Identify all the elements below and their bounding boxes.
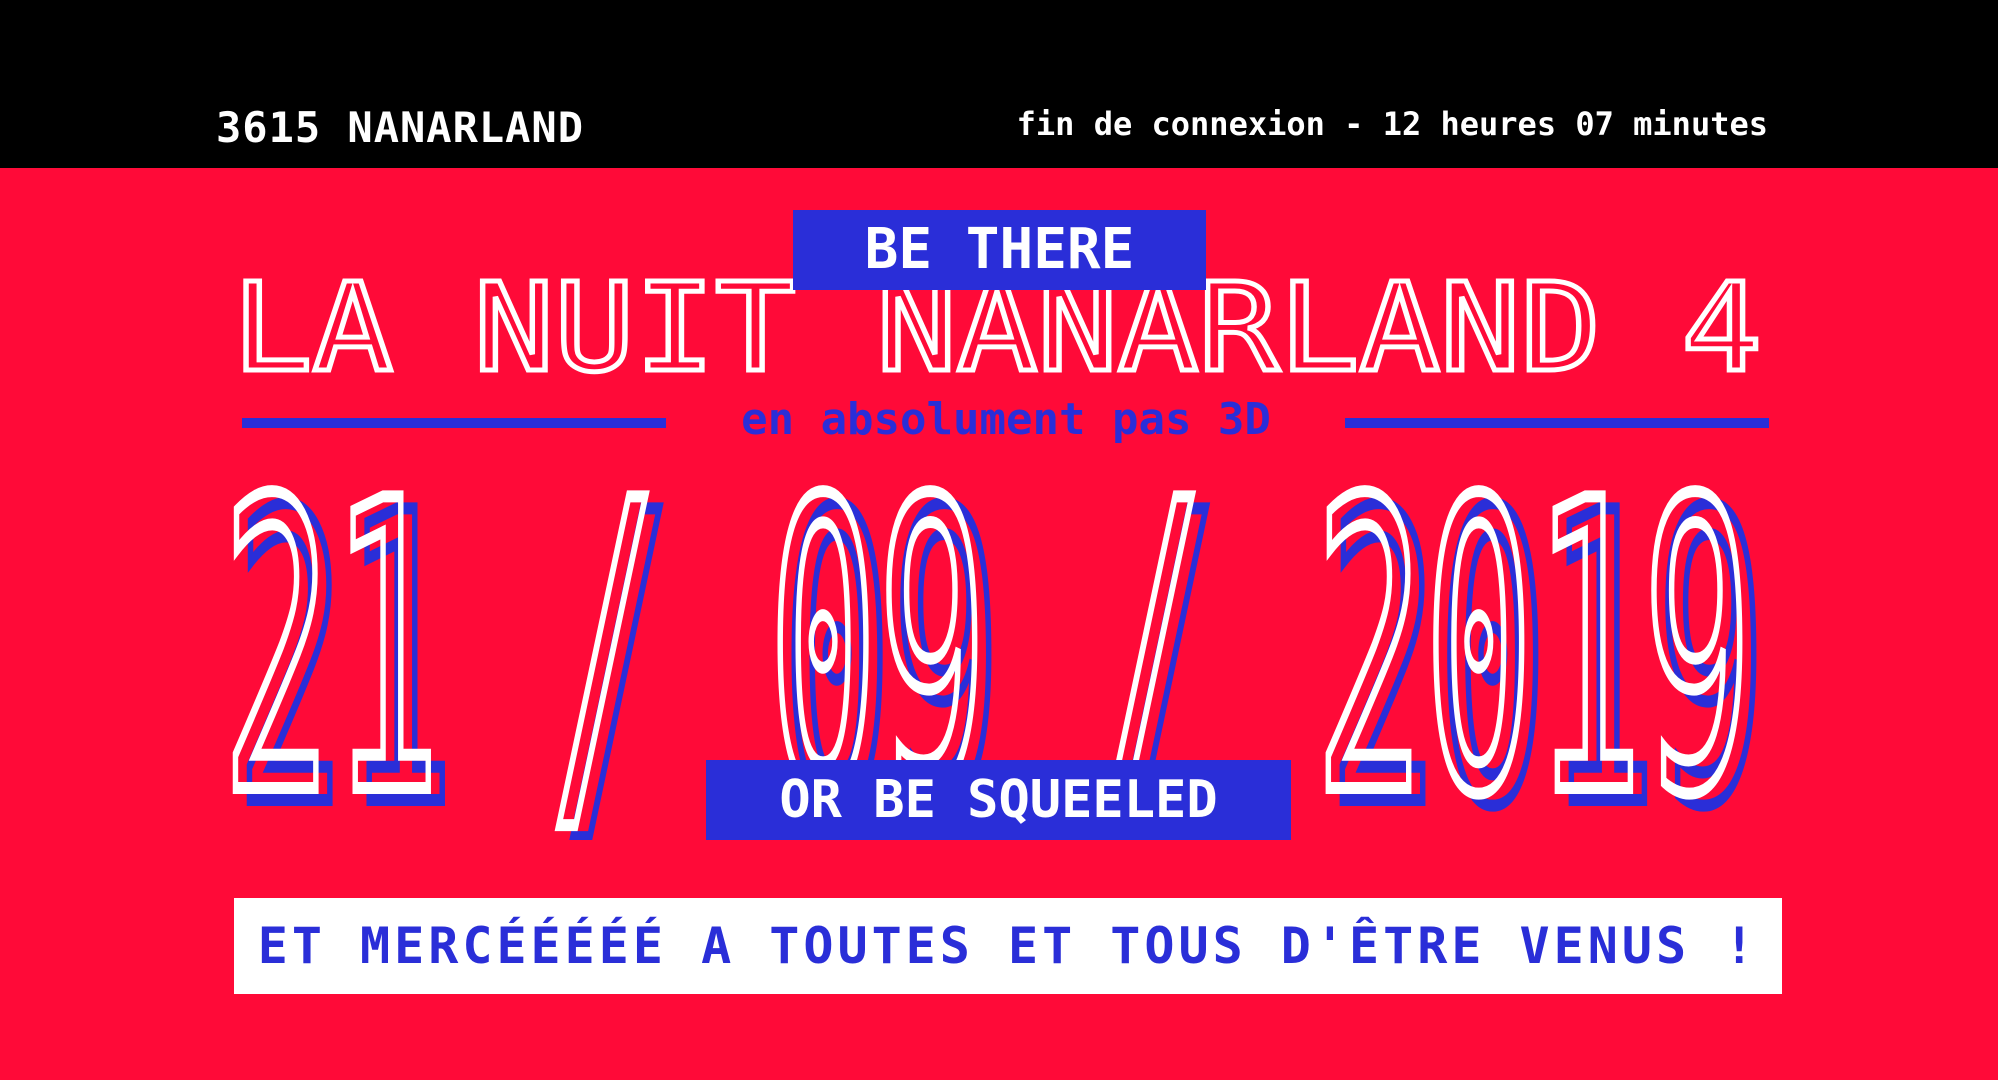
subtitle-rule-right [1345,418,1769,428]
tagline-top-badge: BE THERE [793,210,1206,290]
thanks-text: ET MERCÉÉÉÉÉ A TOUTES ET TOUS D'ÊTRE VEN… [257,917,1759,975]
top-bar: 3615 NANARLAND fin de connexion - 12 heu… [0,0,1998,168]
subtitle-rule-left [242,418,666,428]
service-label: 3615 NANARLAND [216,103,585,152]
tagline-bottom-badge: OR BE SQUEELED [706,760,1291,840]
session-timer: fin de connexion - 12 heures 07 minutes [1016,105,1768,143]
thanks-banner: ET MERCÉÉÉÉÉ A TOUTES ET TOUS D'ÊTRE VEN… [234,898,1782,994]
